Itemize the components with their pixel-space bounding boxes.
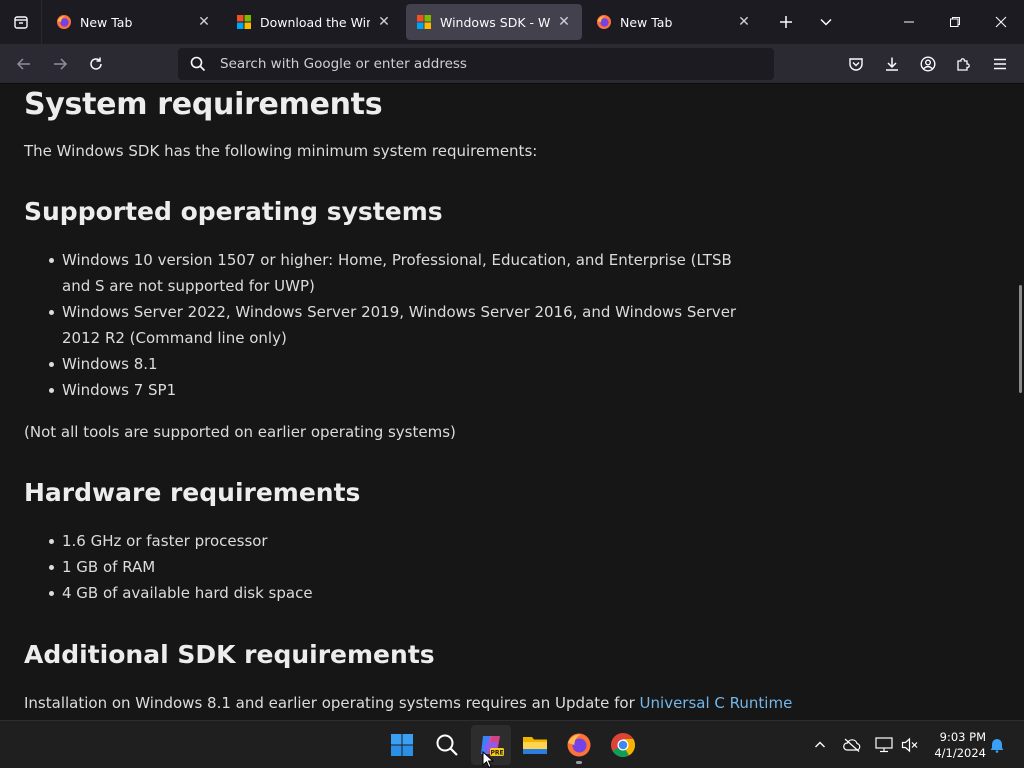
folder-icon — [523, 737, 547, 754]
tab-new-tab-2[interactable]: New Tab ✕ — [586, 4, 762, 40]
close-tab-icon[interactable]: ✕ — [376, 14, 392, 30]
new-tab-button[interactable] — [770, 0, 802, 44]
forward-button[interactable] — [44, 48, 76, 80]
tab-windows-sdk[interactable]: Windows SDK - Windows ✕ — [406, 4, 582, 40]
firefox-view-button[interactable] — [0, 0, 42, 44]
network-tray-button[interactable] — [872, 721, 896, 768]
additional-text-body: Installation on Windows 8.1 and earlier … — [24, 694, 635, 712]
page-scrollbar-thumb[interactable] — [1019, 285, 1022, 393]
minimize-button[interactable] — [886, 0, 932, 44]
pocket-icon — [849, 58, 863, 71]
tab-title: Windows SDK - Windows — [440, 14, 550, 30]
chevron-down-icon — [820, 18, 832, 26]
search-icon — [436, 734, 458, 756]
chevron-up-icon — [815, 741, 825, 748]
windows-logo-icon — [391, 734, 413, 756]
show-hidden-icons-button[interactable] — [808, 721, 832, 768]
menu-button[interactable] — [984, 48, 1016, 80]
running-indicator — [576, 761, 582, 764]
reload-button[interactable] — [80, 48, 112, 80]
system-clock[interactable]: 9:03 PM 4/1/2024 — [924, 729, 986, 761]
tab-new-tab-1[interactable]: New Tab ✕ — [46, 4, 222, 40]
intro-text: The Windows SDK has the following minimu… — [24, 142, 538, 160]
address-bar[interactable]: Search with Google or enter address — [178, 48, 774, 80]
tab-title: Download the Windows — [260, 14, 370, 30]
file-explorer-button[interactable] — [515, 725, 555, 765]
close-tab-icon[interactable]: ✕ — [736, 14, 752, 30]
volume-tray-button[interactable] — [898, 721, 922, 768]
download-icon — [886, 57, 898, 71]
hamburger-menu-icon — [994, 58, 1006, 70]
firefox-icon — [567, 733, 591, 757]
tab-strip: New Tab ✕ Download the Windows ✕ Windows… — [0, 0, 1024, 44]
page-content: System requirements The Windows SDK has … — [0, 85, 1024, 717]
extensions-button[interactable] — [948, 48, 980, 80]
arrow-left-icon — [16, 58, 30, 70]
network-icon — [875, 737, 893, 753]
puzzle-icon — [957, 58, 970, 71]
list-item: Windows 10 version 1507 or higher: Home,… — [49, 247, 762, 299]
close-icon — [995, 16, 1007, 28]
firefox-icon — [597, 15, 611, 29]
reload-icon — [90, 57, 102, 70]
list-item: Windows Server 2022, Windows Server 2019… — [49, 299, 762, 351]
os-heading: Supported operating systems — [24, 197, 443, 226]
restore-button[interactable] — [932, 0, 978, 44]
close-tab-icon[interactable]: ✕ — [556, 14, 572, 30]
close-tab-icon[interactable]: ✕ — [196, 14, 212, 30]
minimize-icon — [904, 21, 914, 23]
downloads-button[interactable] — [876, 48, 908, 80]
notifications-button[interactable] — [986, 721, 1008, 768]
list-item: Windows 8.1 — [49, 351, 762, 377]
close-window-button[interactable] — [978, 0, 1024, 44]
search-button[interactable] — [427, 725, 467, 765]
list-item: 1 GB of RAM — [49, 554, 762, 580]
additional-text: Installation on Windows 8.1 and earlier … — [24, 694, 792, 712]
pocket-button[interactable] — [840, 48, 872, 80]
list-all-tabs-button[interactable] — [810, 0, 842, 44]
navigation-toolbar: Search with Google or enter address — [0, 44, 1024, 84]
page-title: System requirements — [24, 87, 383, 122]
list-item: 1.6 GHz or faster processor — [49, 528, 762, 554]
account-button[interactable] — [912, 48, 944, 80]
taskbar: PRE 9:03 PM 4/1/2024 — [0, 720, 1024, 768]
universal-c-runtime-link[interactable]: Universal C Runtime — [640, 694, 793, 712]
cloud-offline-icon — [843, 738, 861, 752]
back-button[interactable] — [8, 48, 40, 80]
onedrive-tray-button[interactable] — [840, 721, 864, 768]
address-bar-placeholder: Search with Google or enter address — [220, 56, 467, 72]
speaker-muted-icon — [901, 737, 918, 753]
account-icon — [920, 56, 936, 72]
tab-download-windows[interactable]: Download the Windows ✕ — [226, 4, 402, 40]
firefox-icon — [57, 15, 71, 29]
os-note: (Not all tools are supported on earlier … — [24, 423, 456, 441]
firefox-view-icon — [13, 16, 28, 29]
chrome-taskbar-button[interactable] — [603, 725, 643, 765]
search-icon — [190, 56, 206, 72]
bell-icon — [991, 739, 1003, 753]
tab-title: New Tab — [80, 14, 133, 30]
list-item: 4 GB of available hard disk space — [49, 580, 762, 606]
firefox-taskbar-button[interactable] — [559, 725, 599, 765]
hardware-heading: Hardware requirements — [24, 478, 361, 507]
chrome-icon — [611, 733, 636, 758]
list-item: Windows 7 SP1 — [49, 377, 762, 403]
microsoft-icon — [417, 15, 431, 29]
plus-icon — [780, 16, 792, 28]
restore-icon — [950, 17, 960, 27]
arrow-right-icon — [54, 58, 68, 70]
start-button[interactable] — [382, 725, 422, 765]
clock-date: 4/1/2024 — [934, 746, 986, 760]
additional-heading: Additional SDK requirements — [24, 640, 435, 669]
mouse-cursor-icon — [482, 751, 494, 768]
microsoft-icon — [237, 15, 251, 29]
tab-title: New Tab — [620, 14, 673, 30]
clock-time: 9:03 PM — [939, 730, 986, 744]
